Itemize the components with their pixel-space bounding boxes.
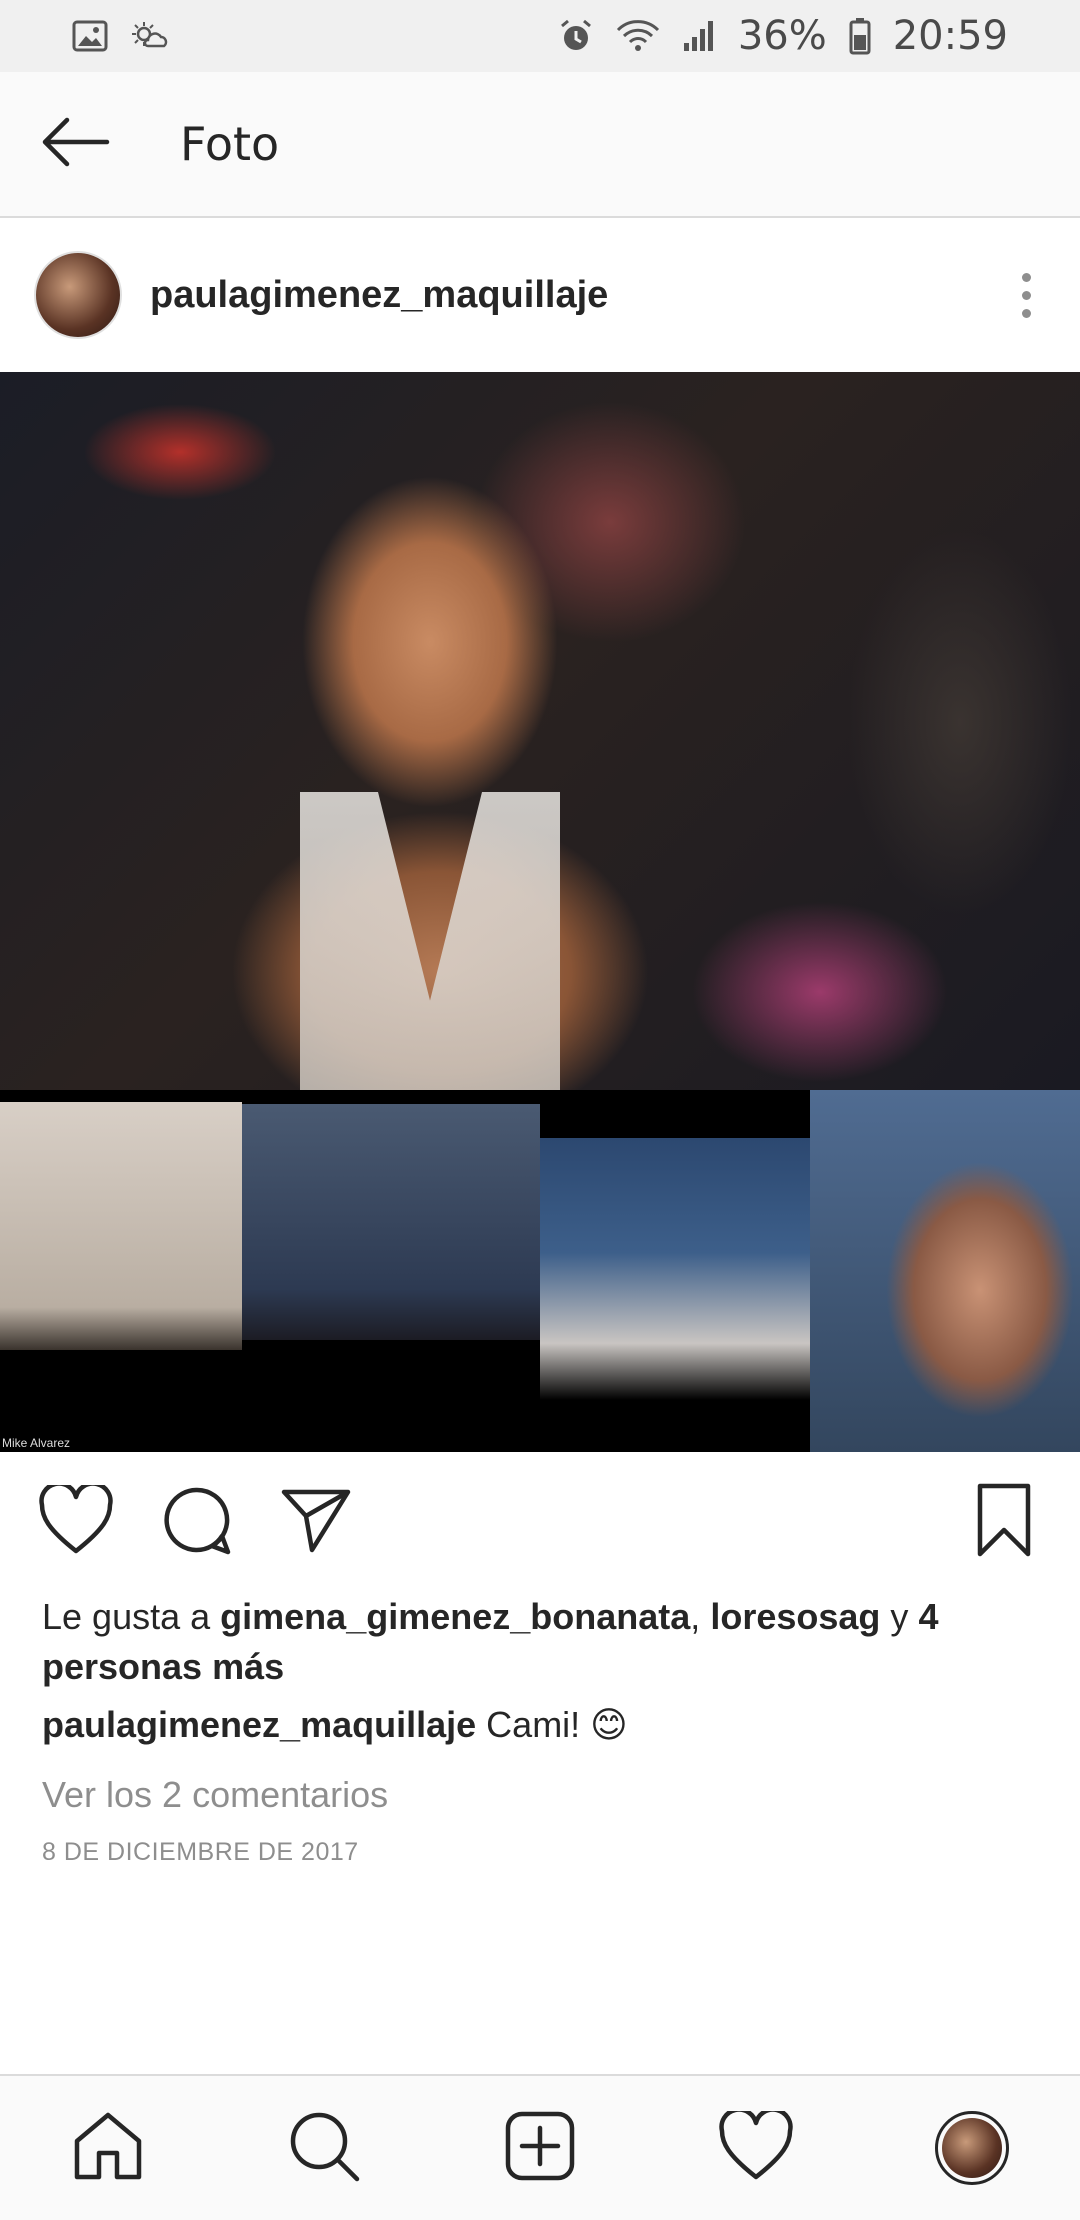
home-icon (71, 2109, 145, 2188)
profile-avatar (935, 2111, 1009, 2185)
battery-icon (849, 17, 871, 55)
clock: 20:59 (892, 13, 1008, 59)
alarm-icon (558, 18, 594, 54)
liker-link[interactable]: loresosag (710, 1596, 880, 1637)
collage-photo-3 (540, 1090, 810, 1452)
caption-username[interactable]: paulagimenez_maquillaje (42, 1704, 476, 1745)
save-button[interactable] (964, 1482, 1044, 1562)
nav-new-post[interactable] (485, 2093, 595, 2203)
post-username[interactable]: paulagimenez_maquillaje (150, 274, 608, 317)
view-comments-link[interactable]: Ver los 2 comentarios (42, 1770, 388, 1820)
bookmark-icon (974, 1482, 1034, 1563)
liker-link[interactable]: gimena_gimenez_bonanata (220, 1596, 690, 1637)
comment-icon (160, 1484, 232, 1561)
wifi-icon (616, 18, 660, 54)
post-image[interactable]: Mike Alvarez (0, 372, 1080, 1452)
search-icon (287, 2109, 361, 2188)
main-photo (0, 372, 1080, 1090)
collage-photo-2 (242, 1090, 540, 1452)
gallery-icon (72, 20, 108, 52)
nav-home[interactable] (53, 2093, 163, 2203)
signal-icon (682, 19, 716, 53)
page-title: Foto (180, 117, 280, 171)
status-bar: 36% 20:59 (0, 0, 1080, 72)
more-vertical-icon (1021, 272, 1031, 282)
arrow-left-icon (39, 114, 111, 175)
battery-percent: 36% (737, 13, 827, 59)
likes-summary: Le gusta a gimena_gimenez_bonanata, lore… (42, 1596, 939, 1687)
nav-profile[interactable] (917, 2093, 1027, 2203)
heart-icon (38, 1480, 114, 1560)
weather-icon (130, 20, 170, 52)
caption-text: Cami! 😊 (486, 1704, 628, 1745)
nav-activity[interactable] (701, 2093, 811, 2203)
post-actions (0, 1452, 1080, 1592)
photo-watermark: Mike Alvarez (2, 1436, 71, 1450)
more-options-button[interactable] (1006, 255, 1046, 335)
avatar[interactable] (34, 251, 122, 339)
bottom-navigation (0, 2074, 1080, 2220)
back-button[interactable] (0, 71, 150, 217)
post-date: 8 DE DICIEMBRE DE 2017 (42, 1838, 359, 1866)
nav-search[interactable] (269, 2093, 379, 2203)
comment-button[interactable] (156, 1482, 236, 1562)
add-icon (504, 2110, 576, 2187)
activity-heart-icon (718, 2106, 794, 2186)
top-app-bar: Foto (0, 72, 1080, 218)
share-icon (280, 1486, 352, 1559)
like-button[interactable] (36, 1480, 116, 1562)
post-header: paulagimenez_maquillaje (0, 220, 1080, 370)
collage-photo-4 (810, 1090, 1080, 1452)
collage-photo-1 (0, 1090, 242, 1452)
post-caption: paulagimenez_maquillaje Cami! 😊 (42, 1700, 1042, 1750)
share-button[interactable] (276, 1482, 356, 1562)
